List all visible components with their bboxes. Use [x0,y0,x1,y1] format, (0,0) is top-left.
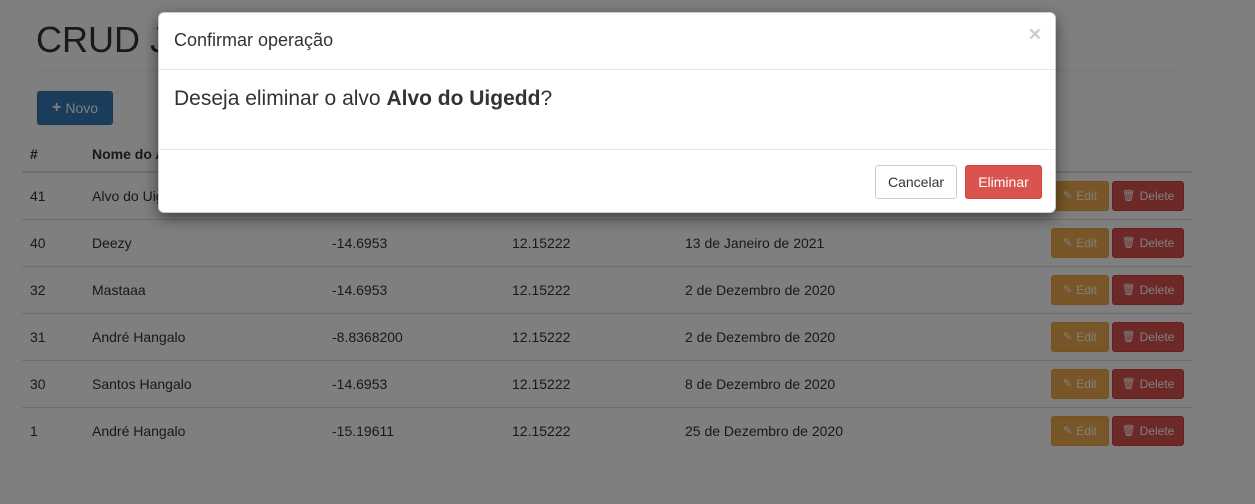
dialog-footer: Cancelar Eliminar [159,149,1055,214]
dialog-title: Confirmar operação [174,30,334,50]
confirm-delete-button[interactable]: Eliminar [965,165,1042,199]
dialog-message-target: Alvo do Uigedd [386,87,541,110]
close-icon[interactable]: × [1029,24,1041,45]
dialog-header: Confirmar operação × [159,13,1055,70]
confirm-dialog: Confirmar operação × Deseja eliminar o a… [158,12,1056,213]
dialog-message-prefix: Deseja eliminar o alvo [174,87,387,110]
page: CRUD Jogo + Novo # Nome do Alvo 41Alvo d… [0,0,1255,504]
cancel-button[interactable]: Cancelar [875,165,957,199]
dialog-message: Deseja eliminar o alvo Alvo do Uigedd? [174,87,552,111]
dialog-message-suffix: ? [540,87,553,110]
